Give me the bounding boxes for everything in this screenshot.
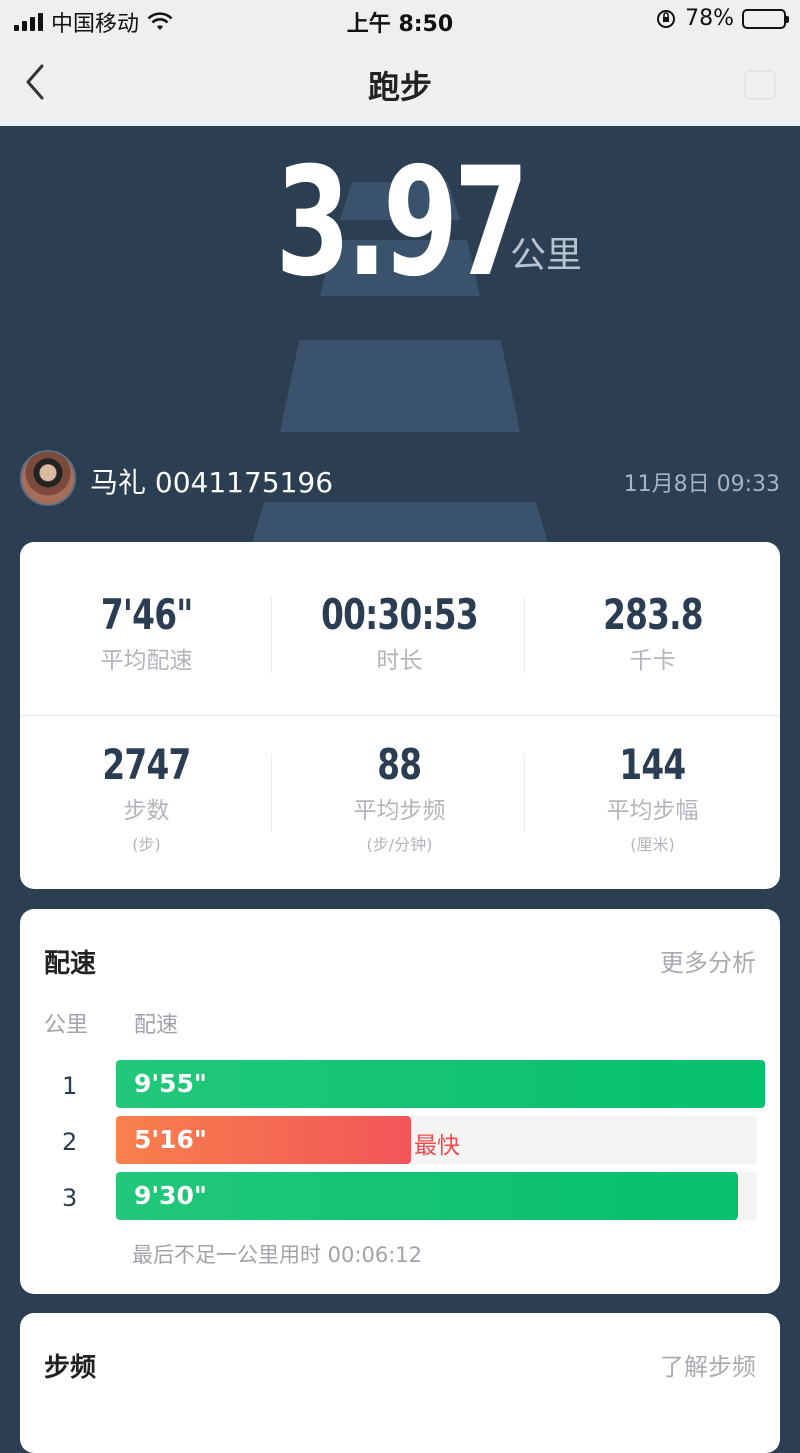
stat-duration: 00:30:53 时长 [273,590,526,675]
battery-percent: 78% [685,6,734,31]
pace-row: 1 9'55" [20,1060,780,1108]
track-decoration [280,340,520,432]
stat-steps: 2747 步数 (步) [20,740,273,855]
user-row: 马礼 0041175196 11月8日 09:33 [20,448,780,508]
stat-avg-cadence: 88 平均步频 (步/分钟) [273,740,526,855]
divider [271,596,272,674]
distance-value: 3.97 [275,136,529,310]
battery-icon [742,8,789,29]
km-number: 2 [62,1128,78,1156]
stat-value: 00:30:53 [321,590,479,639]
stat-value: 2747 [102,740,191,789]
divider [524,754,525,832]
pace-row: 2 5'16" 最快 [20,1116,780,1164]
stat-label: 平均步频 [353,798,446,824]
pace-bar [116,1172,738,1220]
divider [20,715,780,716]
stat-label: 千卡 [629,648,676,674]
cadence-title: 步频 [44,1353,97,1383]
km-column-header: 公里 [44,1013,89,1038]
stat-avg-pace: 7'46" 平均配速 [20,590,273,675]
pace-title: 配速 [44,949,97,979]
more-analysis-link[interactable]: 更多分析 [660,943,756,978]
stat-avg-stride: 144 平均步幅 (厘米) [526,740,779,855]
stat-unit: (厘米) [630,835,675,854]
stat-unit: (步/分钟) [366,835,433,854]
username: 马礼 0041175196 [90,466,334,499]
camera-icon[interactable] [744,70,776,100]
stat-value: 144 [619,740,686,789]
stat-value: 88 [377,740,422,789]
cadence-card: 步频 了解步频 [20,1313,780,1453]
avatar[interactable] [20,450,76,506]
stat-label: 平均步幅 [606,798,699,824]
stat-label: 步数 [123,798,170,824]
pace-value: 9'30" [134,1181,207,1210]
status-bar: 中国移动 上午 8:50 78% [0,0,800,40]
km-number: 3 [62,1184,78,1212]
distance-unit: 公里 [510,235,583,276]
last-partial-km-note: 最后不足一公里用时 00:06:12 [132,1243,422,1267]
run-datetime: 11月8日 09:33 [623,472,780,497]
stat-label: 平均配速 [100,648,193,674]
pace-bar [116,1060,765,1108]
divider [271,754,272,832]
pace-value: 9'55" [134,1069,207,1098]
pace-column-header: 配速 [134,1013,179,1038]
learn-cadence-link[interactable]: 了解步频 [660,1347,756,1382]
stat-calories: 283.8 千卡 [526,590,779,675]
stat-label: 时长 [376,648,423,674]
stats-card: 7'46" 平均配速 00:30:53 时长 283.8 千卡 2747 步数 … [20,542,780,889]
nav-bar: 跑步 [0,40,800,126]
pace-card: 配速 更多分析 公里 配速 1 9'55" 2 5'16" 最快 3 9'30"… [20,909,780,1294]
pace-row: 3 9'30" [20,1172,780,1220]
km-number: 1 [62,1072,78,1100]
pace-value: 5'16" [134,1125,207,1154]
fastest-badge: 最快 [414,1133,460,1159]
stat-unit: (步) [132,835,161,854]
stat-value: 7'46" [100,590,193,639]
page-title: 跑步 [367,68,432,106]
rotation-lock-icon [657,9,676,28]
stat-value: 283.8 [602,590,704,639]
divider [524,596,525,674]
